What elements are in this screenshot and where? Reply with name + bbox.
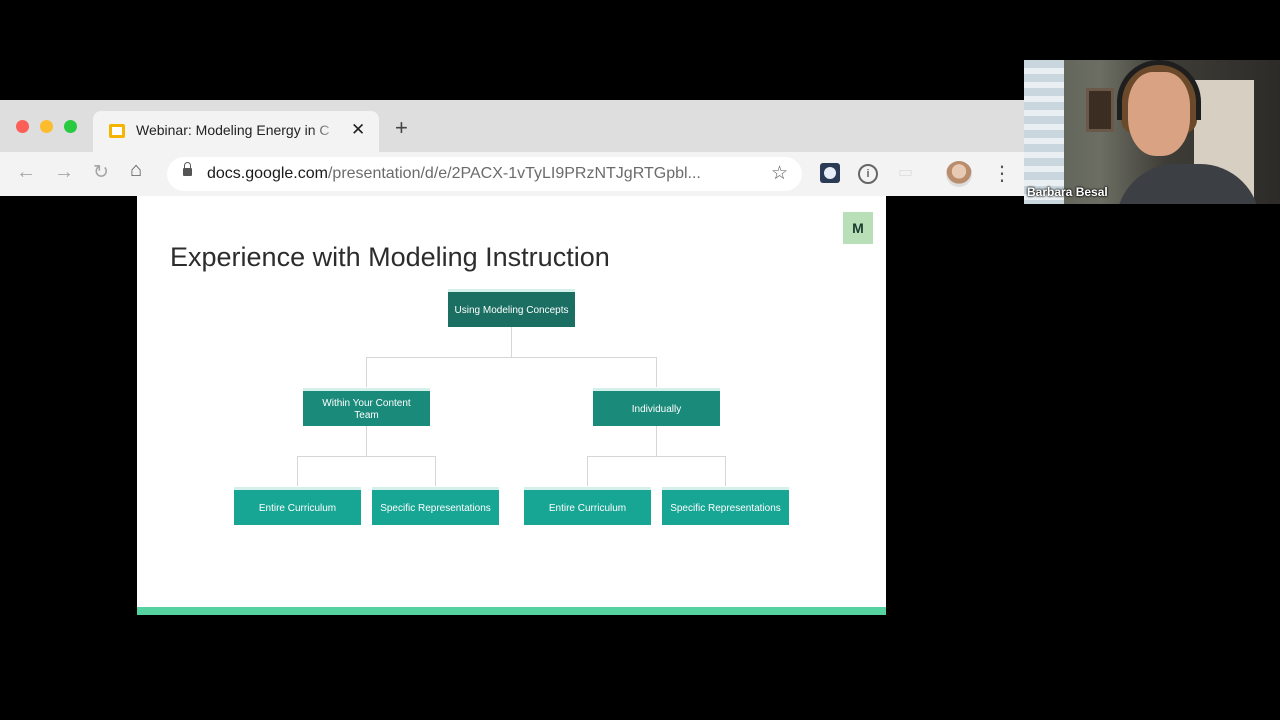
page-content: M Experience with Modeling Instruction U…	[0, 196, 1024, 620]
tab-title: Webinar: Modeling Energy in C	[136, 122, 330, 138]
new-tab-button[interactable]: +	[395, 117, 408, 139]
address-bar[interactable]: docs.google.com/presentation/d/e/2PACX-1…	[167, 157, 802, 191]
url-text[interactable]: docs.google.com/presentation/d/e/2PACX-1…	[207, 165, 701, 183]
home-icon[interactable]: ⌂	[130, 159, 142, 182]
more-menu-icon[interactable]: ⋮	[992, 161, 1012, 186]
connector-line	[725, 456, 726, 486]
org-node-root: Using Modeling Concepts	[448, 289, 575, 327]
org-node-individual-entire-curriculum: Entire Curriculum	[524, 487, 651, 525]
slides-favicon-icon	[109, 124, 125, 138]
org-node-team-specific-representations: Specific Representations	[372, 487, 499, 525]
org-node-individual-specific-representations: Specific Representations	[662, 487, 789, 525]
org-node-individually: Individually	[593, 388, 720, 426]
connector-line	[297, 456, 436, 457]
connector-line	[587, 456, 726, 457]
presentation-slide: M Experience with Modeling Instruction U…	[137, 196, 886, 615]
connector-line	[366, 426, 367, 456]
connector-line	[366, 357, 657, 358]
org-node-within-team: Within Your Content Team	[303, 388, 430, 426]
connector-line	[587, 456, 588, 486]
connector-line	[656, 426, 657, 456]
url-host: docs.google.com	[207, 165, 328, 182]
tab-close-icon[interactable]: ✕	[351, 120, 365, 140]
participant-video-tile[interactable]: Barbara Besal	[1024, 60, 1280, 204]
window-close-button[interactable]	[16, 120, 29, 133]
connector-line	[435, 456, 436, 486]
participant-name-label: Barbara Besal	[1027, 185, 1108, 199]
window-maximize-button[interactable]	[64, 120, 77, 133]
connector-line	[297, 456, 298, 486]
tab-strip: Webinar: Modeling Energy in C ✕ +	[0, 100, 1024, 152]
headset-icon	[1117, 60, 1201, 120]
extension-placeholder-icon[interactable]: ▭	[898, 162, 916, 181]
browser-tab[interactable]: Webinar: Modeling Energy in C ✕	[93, 111, 379, 152]
connector-line	[366, 357, 367, 387]
background-picture-frame	[1086, 88, 1114, 132]
info-extension-icon[interactable]: i	[858, 164, 878, 184]
slide-accent-bar	[137, 607, 886, 615]
lock-icon[interactable]	[183, 162, 192, 176]
connector-line	[511, 327, 512, 357]
forward-arrow-icon[interactable]: →	[54, 161, 74, 184]
background-window	[1024, 60, 1064, 204]
slide-logo: M	[843, 212, 873, 244]
browser-window: Webinar: Modeling Energy in C ✕ + ← → ↻ …	[0, 100, 1024, 620]
connector-line	[656, 357, 657, 387]
browser-toolbar: ← → ↻ ⌂ docs.google.com/presentation/d/e…	[0, 152, 1024, 196]
extension-icon[interactable]	[820, 163, 840, 183]
org-node-team-entire-curriculum: Entire Curriculum	[234, 487, 361, 525]
profile-avatar[interactable]	[946, 161, 972, 187]
window-minimize-button[interactable]	[40, 120, 53, 133]
bookmark-star-icon[interactable]: ☆	[771, 162, 788, 185]
url-path: /presentation/d/e/2PACX-1vTyLI9PRzNTJgRT…	[327, 165, 701, 182]
reload-icon[interactable]: ↻	[93, 161, 109, 184]
slide-title: Experience with Modeling Instruction	[170, 242, 610, 272]
back-arrow-icon[interactable]: ←	[16, 161, 36, 184]
